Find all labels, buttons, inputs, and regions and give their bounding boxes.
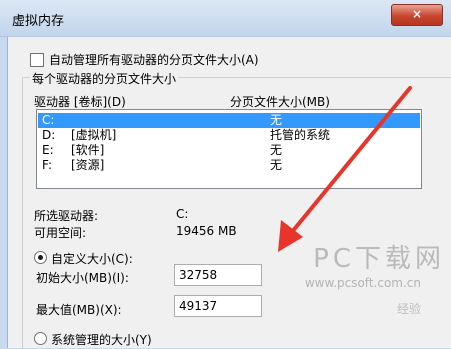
watermark-brand: PC下载网 <box>313 244 445 274</box>
close-button[interactable]: × <box>391 4 443 26</box>
list-item[interactable]: E: [软件] 无 <box>38 143 420 158</box>
radio-button[interactable] <box>34 251 47 264</box>
column-header-size: 分页文件大小(MB) <box>230 95 330 109</box>
initial-size-value: 32758 <box>179 268 218 282</box>
auto-manage-checkbox[interactable]: 自动管理所有驱动器的分页文件大小(A) <box>30 51 259 68</box>
drive-letter: D: <box>42 128 56 142</box>
drive-size: 托管的系统 <box>270 128 331 142</box>
drive-size: 无 <box>270 158 283 172</box>
title-bar: 虚拟内存 × <box>0 0 451 37</box>
dialog-body: 自动管理所有驱动器的分页文件大小(A) 每个驱动器的分页文件大小 驱动器 [卷标… <box>7 37 451 349</box>
list-item[interactable]: D: [虚拟机] 托管的系统 <box>38 128 420 143</box>
system-managed-radio[interactable]: 系统管理的大小(Y) <box>34 331 152 348</box>
drive-label: [资源] <box>71 158 105 172</box>
free-space-label: 可用空间: <box>34 226 87 240</box>
selected-drive-value: C: <box>176 207 189 221</box>
window-title: 虚拟内存 <box>12 14 65 29</box>
auto-manage-label: 自动管理所有驱动器的分页文件大小(A) <box>49 53 259 67</box>
max-size-value: 49137 <box>179 299 218 313</box>
watermark-category: 经验 <box>396 302 421 316</box>
drive-letter: F: <box>42 158 53 172</box>
group-label: 每个驱动器的分页文件大小 <box>30 70 179 87</box>
max-size-label: 最大值(MB)(X): <box>36 303 122 317</box>
drive-label: [软件] <box>71 143 105 157</box>
drive-size: 无 <box>270 143 283 157</box>
radio-button[interactable] <box>34 332 47 345</box>
custom-size-label: 自定义大小(C): <box>51 252 133 266</box>
column-header-drive: 驱动器 [卷标](D) <box>34 95 126 109</box>
drive-label: [虚拟机] <box>71 128 117 142</box>
watermark-url: www.pcsoft.com.cn <box>304 276 421 290</box>
selected-drive-label: 所选驱动器: <box>34 209 99 223</box>
max-size-input[interactable]: 49137 <box>174 295 262 317</box>
free-space-value: 19456 MB <box>176 224 237 238</box>
custom-size-radio[interactable]: 自定义大小(C): <box>34 250 133 267</box>
drive-letter: C: <box>42 113 55 127</box>
checkbox-box[interactable] <box>30 52 44 67</box>
drive-size: 无 <box>270 113 283 127</box>
close-icon: × <box>411 7 423 21</box>
system-managed-label: 系统管理的大小(Y) <box>51 333 152 347</box>
list-item[interactable]: C: 无 <box>38 113 420 128</box>
initial-size-label: 初始大小(MB)(I): <box>36 271 129 285</box>
drive-list[interactable]: C: 无 D: [虚拟机] 托管的系统 E: [软件] 无 F: [资源] 无 <box>36 109 422 189</box>
list-item[interactable]: F: [资源] 无 <box>38 158 420 173</box>
drive-letter: E: <box>42 143 54 157</box>
